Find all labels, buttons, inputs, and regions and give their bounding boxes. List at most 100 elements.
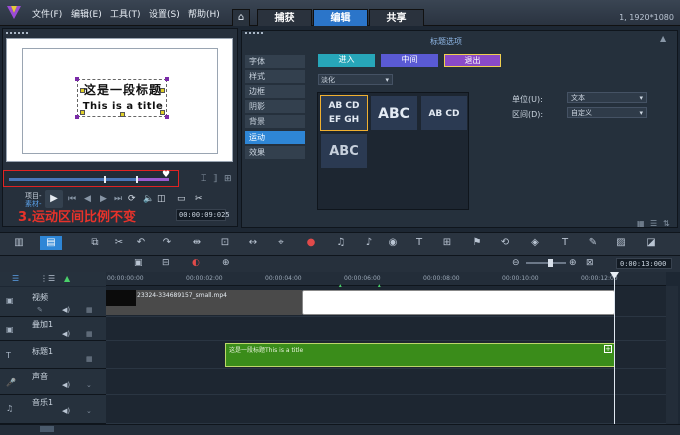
volume-icon[interactable]: ◀) (62, 306, 70, 314)
paint-icon[interactable]: ✎ (586, 236, 600, 250)
menu-help[interactable]: 帮助(H) (188, 7, 220, 20)
chevron-down-icon[interactable]: ⌄ (86, 381, 92, 389)
motion-preset-3[interactable]: AB CD (420, 95, 468, 131)
tab-edit[interactable]: 编辑 (313, 9, 368, 26)
lock-icon[interactable]: ✎ (37, 306, 43, 314)
scroll-thumb[interactable] (40, 426, 54, 432)
tab-middle[interactable]: 中间 (381, 54, 438, 67)
motion-preset-4[interactable]: ABC (320, 133, 368, 169)
sidebar-item-border[interactable]: 边框 (245, 85, 305, 98)
zoom-slider-thumb[interactable] (548, 259, 553, 267)
time-remap-icon[interactable]: ⟲ (498, 236, 512, 250)
sidebar-item-motion[interactable]: 运动 (245, 131, 305, 144)
timeline-vertical-scrollbar[interactable] (666, 286, 678, 426)
resize-handle[interactable] (120, 112, 125, 117)
timeline-view-icon[interactable]: ▤ (40, 236, 62, 250)
motion-preset-1[interactable]: AB CD EF GH (320, 95, 368, 131)
track-overlay[interactable] (106, 317, 666, 341)
redo-icon[interactable]: ↷ (160, 236, 174, 250)
unit-select[interactable]: 文本 ▾ (567, 92, 647, 103)
zoom-out-icon[interactable]: ⊖ (512, 258, 520, 268)
zoom-in-icon[interactable]: ⊕ (569, 258, 577, 268)
hd-icon[interactable]: ◫ (157, 194, 166, 204)
sidebar-item-shadow[interactable]: 阴影 (245, 100, 305, 113)
zoom-icon[interactable]: ⊞ (224, 174, 232, 184)
chapter-icon[interactable]: ▣ (134, 258, 143, 268)
playhead[interactable] (614, 272, 615, 424)
range-select[interactable]: 自定义 ▾ (567, 107, 647, 118)
track-music[interactable] (106, 395, 666, 424)
library-view-icon[interactable]: ▦ (637, 219, 645, 228)
volume-icon[interactable]: ◀) (62, 381, 70, 389)
track-manager-icon[interactable]: ⧉ (88, 236, 102, 250)
ripple-icon[interactable]: ▦ (86, 330, 93, 338)
volume-icon[interactable]: 🔈 (143, 194, 154, 204)
end-icon[interactable]: ⏭ (114, 194, 122, 204)
split-clip-icon[interactable]: ✂ (195, 194, 203, 204)
ripple-icon[interactable]: ▦ (86, 306, 93, 314)
trim-marker[interactable] (136, 176, 138, 183)
volume-icon[interactable]: ◀) (62, 407, 70, 415)
zoom-slider[interactable] (526, 262, 566, 264)
title-text-line1[interactable]: 这是一段标题 (78, 81, 168, 98)
home-start-icon[interactable]: ⏮ (68, 194, 76, 204)
tab-in[interactable]: 进入 (318, 54, 375, 67)
trim-marker[interactable] (104, 176, 106, 183)
split-screen-icon[interactable]: ⚑ (470, 236, 484, 250)
motion-track-icon[interactable]: ↔ (246, 236, 260, 250)
pan-zoom-icon[interactable]: ⌖ (274, 236, 288, 250)
menu-file[interactable]: 文件(F) (32, 7, 62, 20)
home-icon[interactable]: ⌂ (232, 9, 250, 26)
preview-timecode[interactable]: 00:00:09:025 (176, 209, 230, 221)
show-all-tracks-icon[interactable]: ☰ (12, 274, 19, 283)
title-text-line2[interactable]: This is a title (78, 101, 168, 112)
ripple-icon[interactable]: ▦ (86, 355, 93, 363)
sidebar-item-background[interactable]: 背景 (245, 115, 305, 128)
volume-icon[interactable]: ◀) (62, 330, 70, 338)
aspect-icon[interactable]: ▭ (177, 194, 186, 204)
scrubber-head-icon[interactable]: ♥ (162, 170, 170, 180)
title-tool-icon[interactable]: T (412, 236, 426, 250)
next-frame-icon[interactable]: ▶ (100, 194, 107, 204)
chevron-down-icon[interactable]: ⌄ (86, 407, 92, 415)
snapshot-icon[interactable]: ⊟ (162, 258, 170, 268)
undo-icon[interactable]: ↶ (134, 236, 148, 250)
repeat-icon[interactable]: ⟳ (128, 194, 136, 204)
tab-out[interactable]: 退出 (444, 54, 501, 67)
color-clip[interactable] (302, 290, 615, 315)
motion-preset-2[interactable]: ABC (370, 95, 418, 131)
track-list-icon[interactable]: ⋮☰ (40, 274, 55, 283)
storyboard-view-icon[interactable]: ▥ (12, 236, 26, 250)
capture-icon[interactable]: ⊕ (222, 258, 230, 268)
sidebar-item-effect[interactable]: 效果 (245, 146, 305, 159)
transition-icon[interactable]: ⇹ (190, 236, 204, 250)
prev-frame-icon[interactable]: ◀ (84, 194, 91, 204)
clip-expand-icon[interactable]: + (604, 345, 612, 353)
mark-in-icon[interactable]: ⌶ (201, 174, 206, 184)
cut-icon[interactable]: ✂ (112, 236, 126, 250)
record-icon[interactable]: ● (304, 236, 318, 250)
record-voice-icon[interactable]: ◐ (192, 258, 200, 268)
library-list-icon[interactable]: ☰ (650, 219, 657, 228)
sidebar-item-font[interactable]: 字体 (245, 55, 305, 68)
export-icon[interactable]: ◪ (644, 236, 658, 250)
library-sort-icon[interactable]: ⇅ (663, 219, 670, 228)
tab-capture[interactable]: 捕获 (257, 9, 312, 26)
add-track-icon[interactable]: ▲ (64, 274, 70, 283)
menu-tools[interactable]: 工具(T) (110, 7, 141, 20)
effect-dropdown[interactable]: 淡化 ▾ (318, 74, 393, 85)
split-icon[interactable]: ⟧ (213, 174, 217, 184)
sidebar-item-style[interactable]: 样式 (245, 70, 305, 83)
tab-share[interactable]: 共享 (369, 9, 424, 26)
auto-music-icon[interactable]: ♪ (362, 236, 376, 250)
menu-edit[interactable]: 编辑(E) (71, 7, 102, 20)
speech-text-icon[interactable]: T (558, 236, 572, 250)
mask-icon[interactable]: ◉ (386, 236, 400, 250)
menu-settings[interactable]: 设置(S) (149, 7, 180, 20)
multicam-icon[interactable]: ⊞ (440, 236, 454, 250)
timeline-horizontal-scrollbar[interactable] (0, 424, 680, 435)
stabilize-icon[interactable]: ◈ (528, 236, 542, 250)
fit-project-icon[interactable]: ⊠ (586, 258, 594, 268)
rotate-handle[interactable] (165, 115, 169, 119)
audio-mixer-icon[interactable]: ♫ (334, 236, 348, 250)
